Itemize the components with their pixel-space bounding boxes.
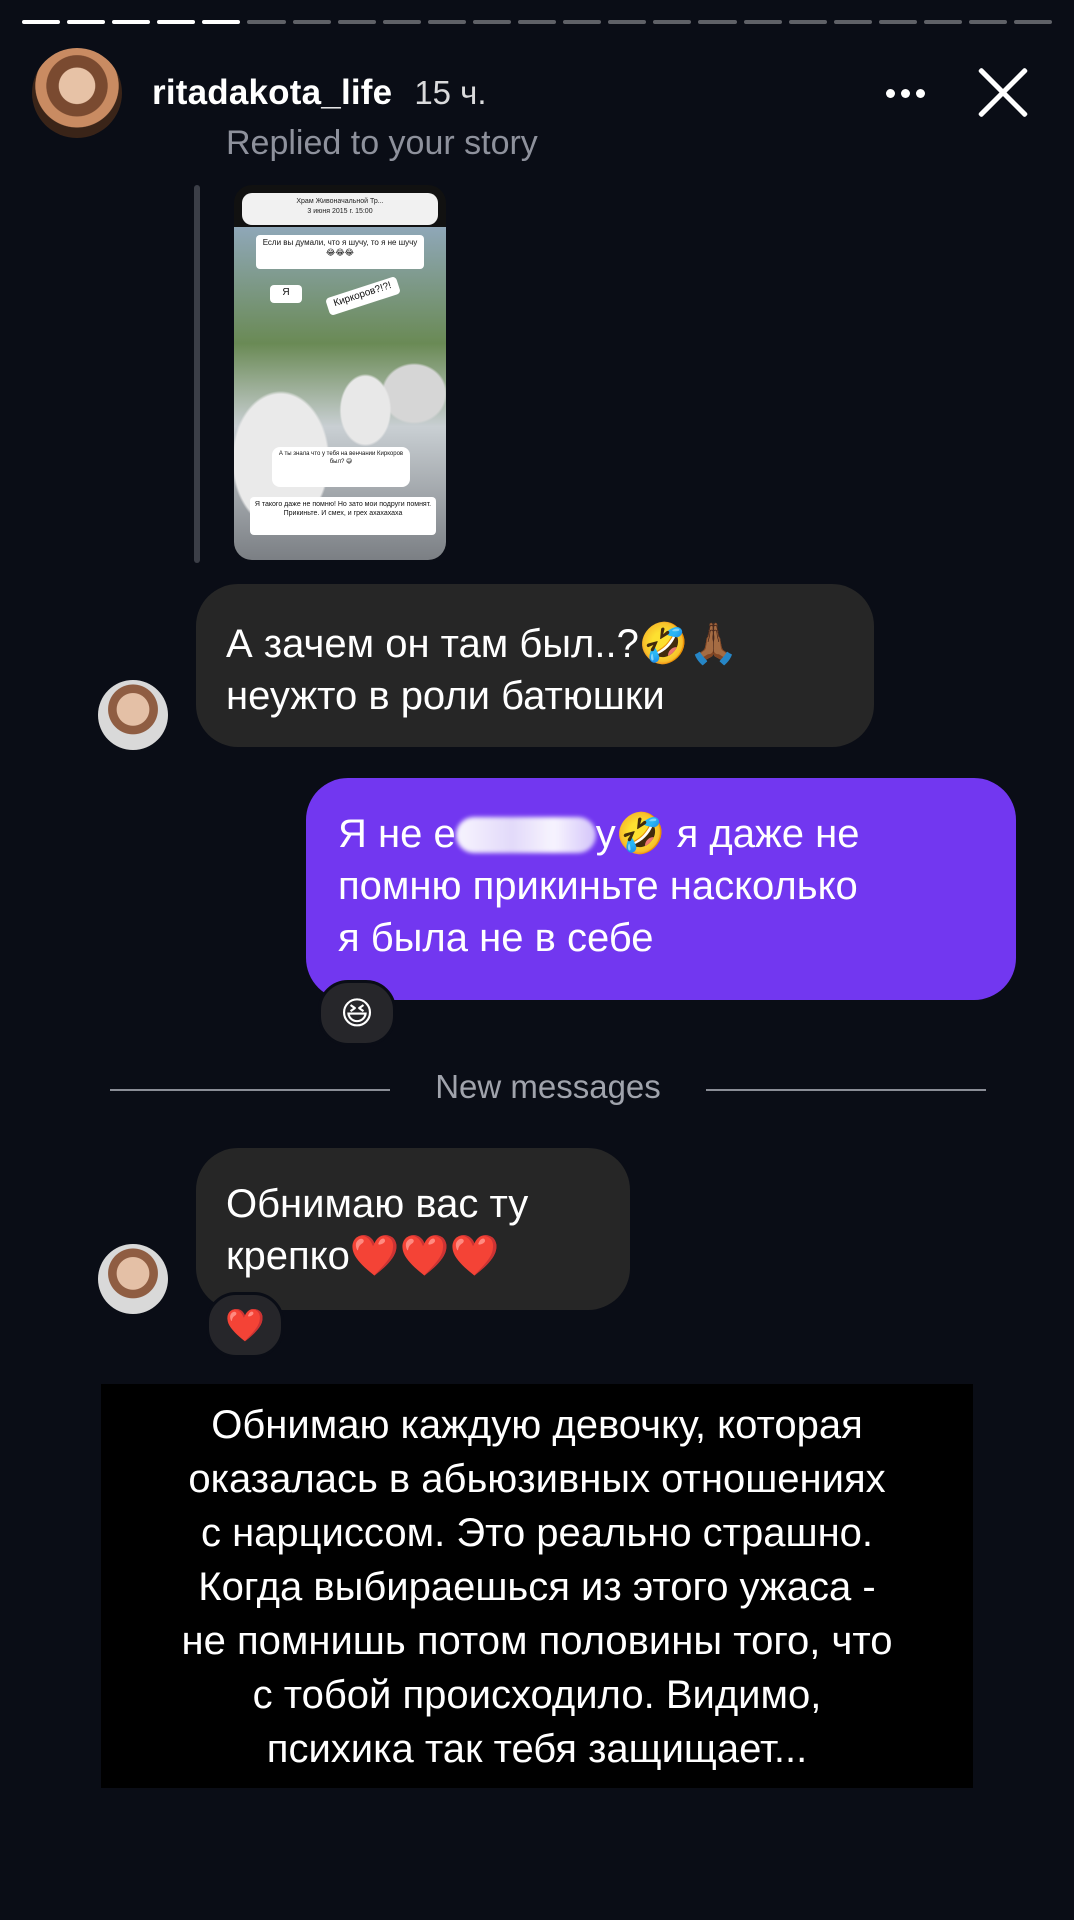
- reaction-laughing[interactable]: 😆: [318, 980, 396, 1046]
- message-text: Я не е: [338, 812, 456, 856]
- divider-rule-right: [706, 1089, 986, 1091]
- new-messages-label: New messages: [435, 1068, 661, 1105]
- message-line: я была не в себе: [338, 916, 654, 960]
- outgoing-message-bubble[interactable]: Я не е у🤣 я даже не помню прикиньте наско…: [306, 778, 1016, 1000]
- progress-segment: [67, 20, 106, 24]
- progress-segment: [427, 20, 466, 24]
- message-line: неужто в роли батюшки: [226, 674, 665, 718]
- thumb-location-header: Храм Живоначальной Тр... 3 июня 2015 г. …: [242, 193, 438, 225]
- incoming-message-bubble[interactable]: Обнимаю вас ту крепко❤️❤️❤️: [196, 1148, 630, 1310]
- story-thumbnail[interactable]: Храм Живоначальной Тр... 3 июня 2015 г. …: [234, 185, 446, 560]
- progress-segment: [743, 20, 782, 24]
- message-line: крепко❤️❤️❤️: [226, 1234, 500, 1278]
- message-line: А зачем он там был..?🤣🙏🏾: [226, 622, 739, 666]
- caption-line: с тобой происходило. Видимо,: [252, 1673, 822, 1717]
- thumb-location-date: 3 июня 2015 г. 15:00: [307, 208, 373, 215]
- progress-segment: [472, 20, 512, 24]
- progress-segment: [833, 20, 872, 24]
- thumb-location-title: Храм Живоначальной Тр...: [296, 198, 384, 205]
- progress-segment: [698, 20, 737, 24]
- caption-line: оказалась в абьюзивных отношениях: [188, 1457, 886, 1501]
- caption-line: Когда выбираешься из этого ужаса -: [198, 1565, 876, 1609]
- caption-line: не помнишь потом половины того, что: [181, 1619, 893, 1663]
- caption-line: психика так тебя защищает...: [266, 1727, 808, 1771]
- message-text: у🤣 я даже не: [595, 812, 860, 856]
- thumb-question-card: А ты знала что у тебя на венчании Киркор…: [272, 447, 410, 487]
- progress-segment: [1014, 20, 1053, 24]
- progress-segment: [653, 20, 692, 24]
- caption-line: с нарциссом. Это реально страшно.: [200, 1511, 874, 1555]
- caption-line: Обнимаю каждую девочку, которая: [211, 1403, 863, 1447]
- progress-segment: [202, 20, 241, 24]
- progress-segment: [157, 20, 196, 24]
- progress-segment: [563, 20, 602, 24]
- sender-avatar[interactable]: [98, 680, 168, 750]
- replied-to-story-label: Replied to your story: [226, 124, 538, 162]
- incoming-message-bubble[interactable]: А зачем он там был..?🤣🙏🏾 неужто в роли б…: [196, 584, 874, 747]
- reply-quote-bar: [194, 185, 200, 563]
- sender-avatar[interactable]: [98, 1244, 168, 1314]
- reaction-heart[interactable]: ❤️: [206, 1292, 284, 1358]
- progress-segment: [112, 20, 151, 24]
- progress-segment: [247, 20, 286, 24]
- progress-segment: [878, 20, 917, 24]
- more-horizontal-icon[interactable]: [870, 58, 940, 128]
- thumb-label-me: Я: [270, 285, 302, 303]
- censor-blur: [455, 817, 596, 853]
- progress-segment: [382, 20, 421, 24]
- message-line: Обнимаю вас ту: [226, 1182, 529, 1226]
- progress-segment: [923, 20, 962, 24]
- progress-segment: [22, 20, 61, 24]
- thumb-caption-1: Если вы думали, что я шучу, то я не шучу…: [256, 235, 424, 269]
- username[interactable]: ritadakota_life: [152, 73, 392, 113]
- message-line: помню прикиньте насколько: [338, 864, 858, 908]
- new-messages-divider: New messages: [110, 1068, 986, 1112]
- progress-segment: [788, 20, 827, 24]
- progress-segment: [968, 20, 1008, 24]
- post-time: 15 ч.: [414, 74, 487, 111]
- story-progress-bar: [22, 20, 1053, 26]
- progress-segment: [292, 20, 331, 24]
- close-icon[interactable]: [968, 58, 1038, 128]
- progress-segment: [518, 20, 557, 24]
- story-header: ritadakota_life 15 ч.: [32, 48, 1052, 138]
- profile-avatar[interactable]: [32, 48, 122, 138]
- progress-segment: [337, 20, 376, 24]
- thumb-answer-card: Я такого даже не помню! Но зато мои подр…: [250, 497, 436, 535]
- progress-segment: [608, 20, 647, 24]
- story-caption-text: Обнимаю каждую девочку, которая оказалас…: [101, 1384, 973, 1788]
